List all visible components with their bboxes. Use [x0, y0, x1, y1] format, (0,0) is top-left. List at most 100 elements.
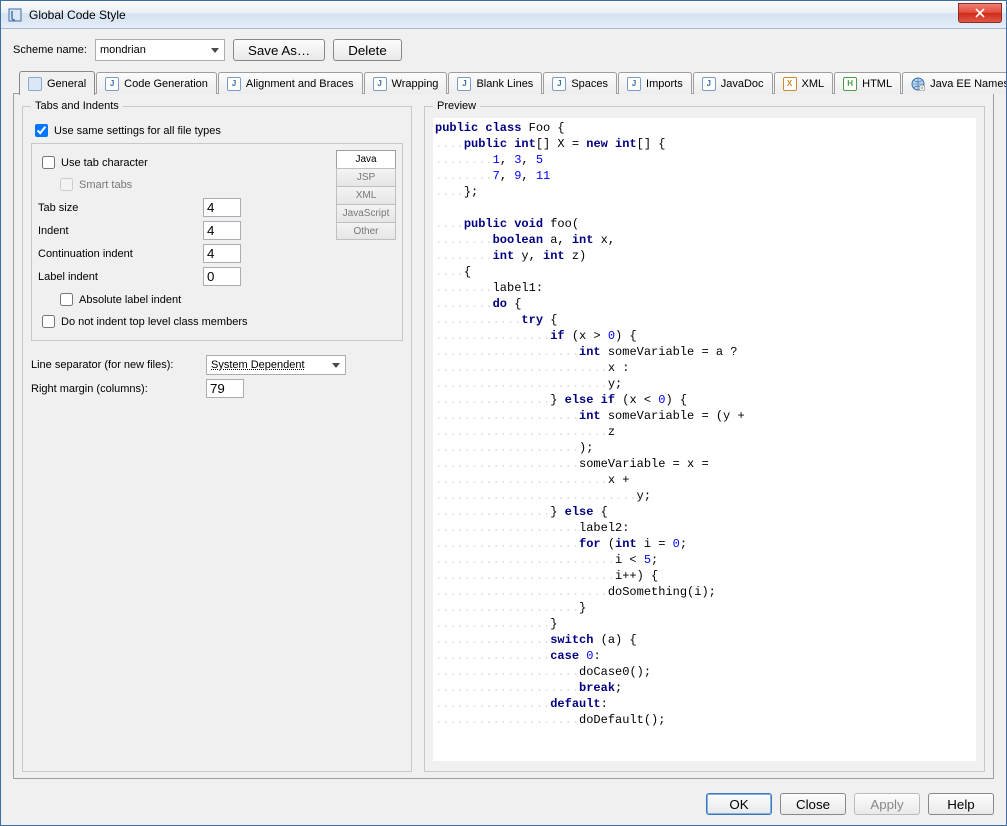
j-icon: J — [457, 77, 471, 91]
close-window-button[interactable] — [958, 3, 1002, 23]
tab-javaee[interactable]: Java EE Names — [902, 72, 1006, 94]
left-column: Tabs and Indents Use same settings for a… — [22, 100, 412, 772]
save-as-button[interactable]: Save As… — [233, 39, 325, 61]
doc-icon — [28, 77, 42, 91]
use-tabchar-row: Use tab character — [38, 153, 332, 172]
lang-tab-js[interactable]: JavaScript — [336, 204, 396, 222]
no-toplevel-row: Do not indent top level class members — [38, 312, 332, 331]
j-icon: J — [702, 77, 716, 91]
line-sep-label: Line separator (for new files): — [31, 359, 206, 371]
cont-indent-row: Continuation indent — [38, 244, 332, 263]
tabs: General J Code Generation J Alignment an… — [19, 71, 994, 94]
abs-label-checkbox[interactable] — [60, 293, 73, 306]
abs-label-label[interactable]: Absolute label indent — [79, 294, 181, 306]
smart-tabs-checkbox — [60, 178, 73, 191]
lang-tab-other[interactable]: Other — [336, 222, 396, 240]
x-icon: X — [783, 77, 797, 91]
tabs-indents-legend: Tabs and Indents — [31, 100, 123, 112]
tab-code-generation[interactable]: J Code Generation — [96, 72, 217, 94]
tab-size-label: Tab size — [38, 202, 203, 214]
window-title: Global Code Style — [29, 8, 126, 22]
tab-spaces-label: Spaces — [571, 78, 608, 90]
lang-tab-jsp[interactable]: JSP — [336, 168, 396, 186]
bottom-fields: Line separator (for new files): System D… — [31, 341, 403, 398]
j-icon: J — [552, 77, 566, 91]
titlebar: Global Code Style — [1, 1, 1006, 29]
close-icon — [975, 8, 985, 18]
indent-input[interactable] — [203, 221, 241, 240]
close-button[interactable]: Close — [780, 793, 846, 815]
dropdown-arrow-icon — [329, 357, 343, 373]
label-indent-label: Label indent — [38, 271, 203, 283]
help-button[interactable]: Help — [928, 793, 994, 815]
right-margin-input[interactable] — [206, 379, 244, 398]
tab-align-label: Alignment and Braces — [246, 78, 354, 90]
use-same-checkbox[interactable] — [35, 124, 48, 137]
scheme-label: Scheme name: — [13, 44, 87, 56]
j-icon: J — [627, 77, 641, 91]
tab-general[interactable]: General — [19, 71, 95, 95]
cont-indent-input[interactable] — [203, 244, 241, 263]
apply-button: Apply — [854, 793, 920, 815]
preview-legend: Preview — [433, 100, 480, 112]
delete-button[interactable]: Delete — [333, 39, 402, 61]
ok-button[interactable]: OK — [706, 793, 772, 815]
no-toplevel-label[interactable]: Do not indent top level class members — [61, 316, 247, 328]
tab-html[interactable]: H HTML — [834, 72, 901, 94]
abs-label-row: Absolute label indent — [56, 290, 332, 309]
line-sep-row: Line separator (for new files): System D… — [31, 355, 403, 375]
preview-group: Preview public class Foo { ....public in… — [424, 100, 985, 772]
j-icon: J — [227, 77, 241, 91]
tab-codegen-label: Code Generation — [124, 78, 208, 90]
smart-tabs-row: Smart tabs — [56, 175, 332, 194]
cont-indent-label: Continuation indent — [38, 248, 203, 260]
h-icon: H — [843, 77, 857, 91]
globe-icon — [911, 77, 925, 91]
app-icon — [7, 7, 23, 23]
indent-label: Indent — [38, 225, 203, 237]
label-indent-row: Label indent — [38, 267, 332, 286]
tab-wrapping[interactable]: J Wrapping — [364, 72, 448, 94]
label-indent-input[interactable] — [203, 267, 241, 286]
tab-html-label: HTML — [862, 78, 892, 90]
lang-settings: Use tab character Smart tabs Tab size — [31, 143, 403, 341]
use-same-label[interactable]: Use same settings for all file types — [54, 125, 221, 137]
dialog-content: Scheme name: mondrian Save As… Delete Ge… — [1, 29, 1006, 785]
tab-size-input[interactable] — [203, 198, 241, 217]
use-tabchar-label[interactable]: Use tab character — [61, 157, 148, 169]
use-same-row: Use same settings for all file types — [31, 121, 403, 140]
scheme-value: mondrian — [100, 44, 146, 56]
lang-tab-xml[interactable]: XML — [336, 186, 396, 204]
right-margin-row: Right margin (columns): — [31, 379, 403, 398]
preview-pane[interactable]: public class Foo { ....public int[] X = … — [433, 118, 976, 761]
tab-xml-label: XML — [802, 78, 825, 90]
dialog: Global Code Style Scheme name: mondrian … — [0, 0, 1007, 826]
right-margin-label: Right margin (columns): — [31, 383, 206, 395]
no-toplevel-checkbox[interactable] — [42, 315, 55, 328]
tab-javadoc-label: JavaDoc — [721, 78, 764, 90]
tab-blank-label: Blank Lines — [476, 78, 533, 90]
tabs-indents-group: Tabs and Indents Use same settings for a… — [22, 100, 412, 772]
tab-imports-label: Imports — [646, 78, 683, 90]
tab-javadoc[interactable]: J JavaDoc — [693, 72, 773, 94]
tab-imports[interactable]: J Imports — [618, 72, 692, 94]
j-icon: J — [373, 77, 387, 91]
use-tabchar-checkbox[interactable] — [42, 156, 55, 169]
tab-general-label: General — [47, 78, 86, 90]
tab-ee-label: Java EE Names — [930, 78, 1006, 90]
tab-size-row: Tab size — [38, 198, 332, 217]
lang-tab-java[interactable]: Java — [336, 150, 396, 168]
lang-tabs: Java JSP XML JavaScript Other — [336, 150, 396, 334]
tab-alignment[interactable]: J Alignment and Braces — [218, 72, 363, 94]
scheme-combo[interactable]: mondrian — [95, 39, 225, 61]
tab-blank-lines[interactable]: J Blank Lines — [448, 72, 542, 94]
indent-fields: Use tab character Smart tabs Tab size — [38, 150, 332, 334]
tab-xml[interactable]: X XML — [774, 72, 834, 94]
tab-spaces[interactable]: J Spaces — [543, 72, 617, 94]
tab-wrapping-label: Wrapping — [392, 78, 439, 90]
line-sep-value: System Dependent — [211, 359, 305, 371]
dropdown-arrow-icon — [208, 42, 222, 58]
dialog-buttons: OK Close Apply Help — [1, 785, 1006, 825]
line-sep-combo[interactable]: System Dependent — [206, 355, 346, 375]
scheme-row: Scheme name: mondrian Save As… Delete — [13, 39, 994, 61]
